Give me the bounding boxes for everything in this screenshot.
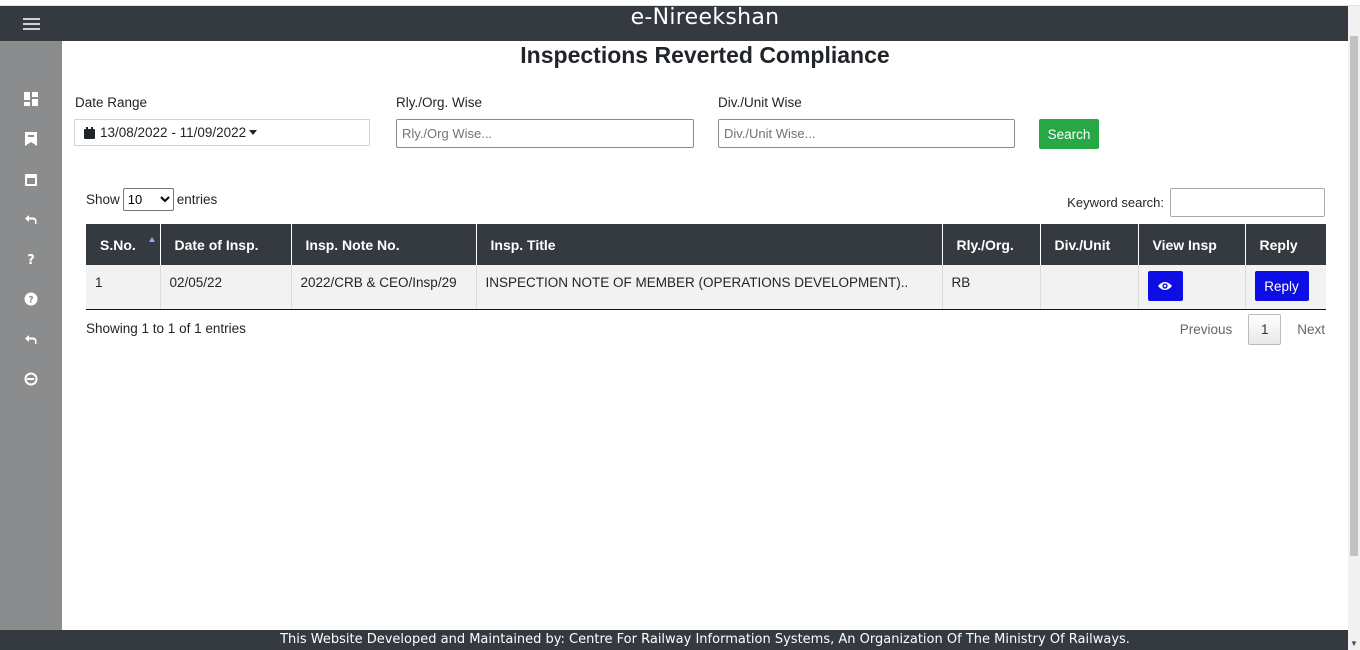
- pagination: Previous 1 Next: [1180, 314, 1325, 345]
- logout-icon: [24, 372, 38, 386]
- reply-button[interactable]: Reply: [1254, 271, 1309, 301]
- reply-icon: [25, 215, 37, 224]
- brand-title: e-Nireekshan: [630, 5, 780, 30]
- rly-org-input[interactable]: [396, 119, 694, 148]
- sidebar-item-calendar[interactable]: [22, 170, 40, 188]
- reply-icon: [25, 335, 37, 344]
- cell-title: INSPECTION NOTE OF MEMBER (OPERATIONS DE…: [476, 265, 943, 310]
- hamburger-icon: [22, 17, 40, 30]
- date-range-picker[interactable]: 13/08/2022 - 11/09/2022: [74, 119, 370, 146]
- sort-ascending-icon: [148, 237, 155, 242]
- table-row: 1 02/05/22 2022/CRB & CEO/Insp/29 INSPEC…: [86, 265, 1326, 310]
- sidebar-item-logout[interactable]: [22, 370, 40, 388]
- sidebar: ? ?: [0, 6, 62, 650]
- cell-view: [1138, 265, 1246, 310]
- eye-icon: [1158, 282, 1172, 290]
- bookmark-icon: [25, 132, 37, 146]
- cell-date: 02/05/22: [160, 265, 292, 310]
- rly-org-label: Rly./Org. Wise: [396, 95, 483, 110]
- help-circle-icon: ?: [24, 292, 38, 306]
- column-header-sno[interactable]: S.No.: [86, 224, 161, 265]
- show-entries-control: Show 10 entries: [86, 188, 217, 211]
- page-scrollbar[interactable]: ▼: [1348, 6, 1360, 650]
- view-inspection-button[interactable]: [1147, 271, 1183, 301]
- footer-sidebar-strip: [0, 630, 62, 650]
- top-header: e-Nireekshan: [62, 5, 1348, 41]
- next-page-button[interactable]: Next: [1297, 322, 1325, 337]
- cell-rly: RB: [942, 265, 1041, 310]
- calendar-icon: [25, 174, 37, 186]
- sidebar-item-bookmark[interactable]: [22, 130, 40, 148]
- sidebar-item-dashboard[interactable]: [22, 90, 40, 108]
- column-header-title[interactable]: Insp. Title: [476, 224, 943, 265]
- show-label: Show: [86, 192, 120, 207]
- sidebar-item-help[interactable]: ?: [22, 290, 40, 308]
- date-range-label: Date Range: [75, 95, 148, 110]
- table-info: Showing 1 to 1 of 1 entries: [86, 321, 246, 336]
- footer: This Website Developed and Maintained by…: [62, 630, 1348, 650]
- previous-page-button[interactable]: Previous: [1180, 322, 1233, 337]
- cell-sno: 1: [86, 265, 161, 310]
- column-header-date[interactable]: Date of Insp.: [160, 224, 292, 265]
- keyword-search-label: Keyword search:: [1067, 195, 1164, 210]
- column-header-note-no[interactable]: Insp. Note No.: [291, 224, 477, 265]
- dashboard-icon: [24, 92, 38, 106]
- date-range-value: 13/08/2022 - 11/09/2022: [100, 125, 247, 140]
- keyword-search-input[interactable]: [1170, 188, 1325, 217]
- sidebar-item-question[interactable]: ?: [22, 250, 40, 268]
- div-unit-input[interactable]: [718, 119, 1015, 148]
- calendar-icon: [84, 126, 95, 139]
- column-header-view[interactable]: View Insp: [1138, 224, 1246, 265]
- cell-reply: Reply: [1245, 265, 1326, 310]
- div-unit-label: Div./Unit Wise: [718, 95, 802, 110]
- inspections-table: S.No. Date of Insp. Insp. Note No. Insp.…: [86, 224, 1326, 310]
- entries-label: entries: [176, 192, 218, 207]
- caret-down-icon: [249, 130, 258, 135]
- sidebar-item-reply-2[interactable]: [22, 330, 40, 348]
- sidebar-item-reply[interactable]: [22, 210, 40, 228]
- search-button[interactable]: Search: [1039, 119, 1099, 149]
- table-header-row: S.No. Date of Insp. Insp. Note No. Insp.…: [86, 224, 1326, 265]
- svg-text:?: ?: [28, 296, 33, 306]
- question-icon: ?: [27, 253, 35, 266]
- cell-note-no: 2022/CRB & CEO/Insp/29: [291, 265, 477, 310]
- scrollbar-thumb[interactable]: [1350, 36, 1358, 556]
- column-header-rly[interactable]: Rly./Org.: [942, 224, 1041, 265]
- page-button-1[interactable]: 1: [1248, 314, 1282, 345]
- hamburger-menu-button[interactable]: [0, 6, 62, 41]
- svg-text:?: ?: [27, 253, 35, 266]
- page-title: Inspections Reverted Compliance: [520, 42, 890, 68]
- column-header-reply[interactable]: Reply: [1245, 224, 1326, 265]
- entries-per-page-select[interactable]: 10: [122, 188, 174, 211]
- keyword-search: Keyword search:: [1067, 188, 1325, 217]
- cell-div: [1040, 265, 1139, 310]
- scroll-down-arrow-icon[interactable]: ▼: [1350, 639, 1358, 648]
- column-header-div[interactable]: Div./Unit: [1040, 224, 1139, 265]
